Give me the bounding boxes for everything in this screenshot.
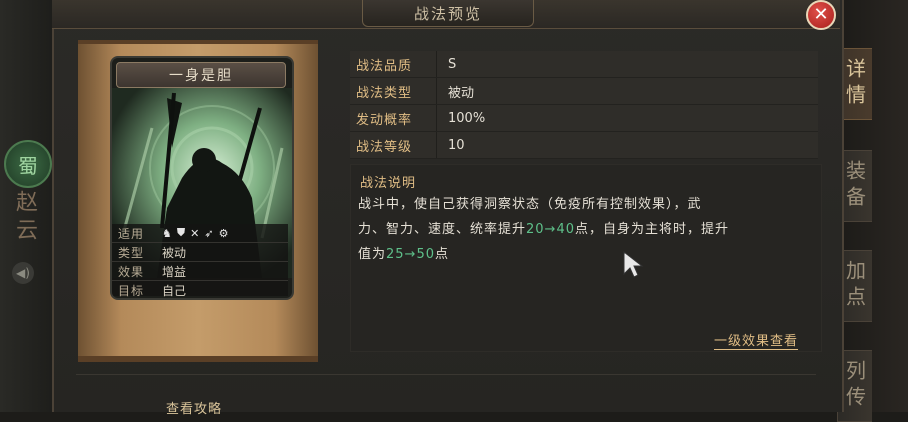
attr-divider bbox=[436, 105, 437, 131]
description-text: 战斗中，使自己获得洞察状态（免疫所有控制效果），武 力、智力、速度、统率提升20… bbox=[358, 197, 730, 262]
faction-badge: 蜀 bbox=[4, 140, 52, 188]
tactic-card: 一身是胆 适用 ♞ ⛊ ✕ ➶ ⚙ 类型 被动 效果 增益 目标 自己 bbox=[110, 56, 294, 300]
spear-icon: ➶ bbox=[204, 226, 214, 240]
highlight-value: 20→40 bbox=[526, 222, 575, 237]
attr-row-type: 战法类型 被动 bbox=[350, 78, 818, 105]
tactic-name: 一身是胆 bbox=[116, 62, 286, 88]
siege-icon: ⚙ bbox=[218, 226, 229, 240]
view-guide-button[interactable]: 查看攻略 bbox=[166, 398, 222, 417]
info-row-target: 目标 自己 bbox=[118, 283, 187, 298]
attr-divider bbox=[436, 78, 437, 104]
attr-divider bbox=[436, 132, 437, 158]
attr-row-probability: 发动概率 100% bbox=[350, 105, 818, 132]
close-button[interactable]: ✕ bbox=[806, 0, 836, 30]
speaker-icon[interactable]: ◀) bbox=[12, 262, 34, 284]
cursor-icon bbox=[623, 250, 644, 278]
close-icon: ✕ bbox=[813, 4, 829, 25]
shield-icon: ⛊ bbox=[176, 226, 186, 239]
tactic-info: 适用 ♞ ⛊ ✕ ➶ ⚙ 类型 被动 效果 增益 目标 自己 bbox=[112, 224, 288, 298]
info-row-type: 类型 被动 bbox=[112, 243, 288, 262]
window-title: 战法预览 bbox=[362, 0, 534, 27]
attr-row-level: 战法等级 10 bbox=[350, 132, 818, 159]
info-row-effect: 效果 增益 bbox=[112, 262, 288, 281]
info-row-applicable: 适用 ♞ ⛊ ✕ ➶ ⚙ bbox=[112, 224, 288, 243]
description-label: 战法说明 bbox=[360, 176, 417, 191]
character-name: 赵云 bbox=[12, 190, 37, 246]
bottom-divider bbox=[76, 374, 816, 375]
attr-row-quality: 战法品质 S bbox=[350, 51, 818, 78]
attr-divider bbox=[436, 51, 437, 77]
level-one-effect-link[interactable]: 一级效果查看 bbox=[714, 330, 799, 350]
cavalry-icon: ♞ bbox=[162, 226, 172, 240]
highlight-value: 25→50 bbox=[386, 247, 435, 262]
archer-icon: ✕ bbox=[190, 226, 200, 240]
